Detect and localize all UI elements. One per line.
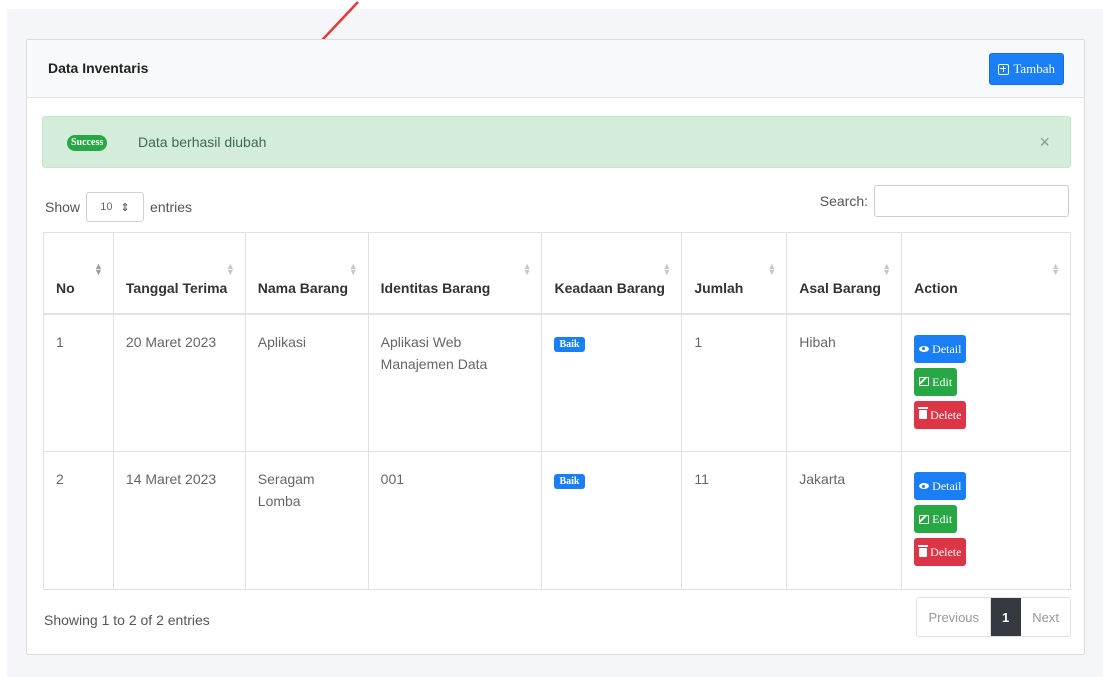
cell-jumlah: 11 bbox=[681, 451, 788, 590]
previous-button[interactable]: Previous bbox=[917, 598, 992, 636]
add-button[interactable]: Tambah bbox=[989, 53, 1064, 85]
trash-icon bbox=[918, 544, 929, 557]
cell-identitas: Aplikasi Web Manajemen Data bbox=[367, 313, 543, 452]
cell-keadaan: Baik bbox=[541, 313, 683, 452]
cell-tanggal: 20 Maret 2023 bbox=[112, 313, 246, 452]
entries-select-value: 10 bbox=[100, 201, 113, 213]
column-header-identitas[interactable]: Identitas Barang ▲ ▼ bbox=[367, 232, 543, 315]
sort-icon: ▲ ▼ bbox=[1051, 261, 1060, 277]
cell-asal: Hibah bbox=[786, 313, 903, 452]
card-header: Data Inventaris Tambah bbox=[27, 40, 1084, 98]
cell-nama: Seragam Lomba bbox=[244, 451, 369, 590]
search-input[interactable] bbox=[874, 185, 1069, 217]
sort-icon: ▲ ▼ bbox=[882, 261, 892, 277]
cell-keadaan: Baik bbox=[541, 451, 683, 590]
alert-message: Data berhasil diubah bbox=[138, 134, 267, 150]
detail-button[interactable]: Detail bbox=[914, 472, 967, 500]
next-button[interactable]: Next bbox=[1021, 598, 1070, 636]
table-row: 2 14 Maret 2023 Seragam Lomba 001 Baik 1… bbox=[43, 451, 1071, 590]
search-label: Search: bbox=[819, 193, 868, 209]
column-header-action[interactable]: Action ▲ ▼ bbox=[901, 232, 1071, 315]
inventory-table: No ▲ ▼ Tanggal Terima ▲ ▼ Nama Barang ▲ ▼ Iden… bbox=[43, 232, 1071, 590]
search-box: Search: bbox=[820, 185, 1069, 217]
success-badge: Success bbox=[67, 135, 108, 151]
delete-button[interactable]: Delete bbox=[914, 538, 967, 566]
edit-icon bbox=[919, 377, 930, 386]
success-alert: Success Data berhasil diubah × bbox=[42, 116, 1071, 168]
entries-select[interactable]: 10 ⇕ bbox=[86, 192, 145, 222]
table-info: Showing 1 to 2 of 2 entries bbox=[44, 612, 210, 628]
column-header-asal[interactable]: Asal Barang ▲ ▼ bbox=[786, 232, 903, 315]
inventory-card: Data Inventaris Tambah Success Data berh… bbox=[26, 39, 1085, 655]
cell-nama: Aplikasi bbox=[244, 313, 369, 452]
edit-button[interactable]: Edit bbox=[914, 367, 958, 396]
column-header-keadaan[interactable]: Keadaan Barang ▲ ▼ bbox=[541, 232, 683, 315]
cell-identitas: 001 bbox=[367, 451, 543, 590]
table-row: 1 20 Maret 2023 Aplikasi Aplikasi Web Ma… bbox=[43, 313, 1071, 452]
cell-no: 1 bbox=[43, 313, 114, 452]
pagination: Previous 1 Next bbox=[916, 597, 1071, 637]
sort-icon: ▲ ▼ bbox=[522, 261, 532, 277]
eye-icon bbox=[919, 483, 930, 489]
cell-no: 2 bbox=[43, 451, 114, 590]
cell-action: Detail Edit Delete bbox=[901, 313, 1071, 452]
show-label: Show bbox=[45, 199, 81, 215]
column-header-no[interactable]: No ▲ ▼ bbox=[43, 232, 114, 315]
column-header-nama[interactable]: Nama Barang ▲ ▼ bbox=[244, 232, 369, 315]
entries-label: entries bbox=[150, 199, 193, 215]
close-icon[interactable]: × bbox=[1039, 132, 1050, 153]
length-menu: Show 10 ⇕ entries bbox=[45, 192, 192, 222]
status-badge: Baik bbox=[554, 474, 585, 489]
sort-icon: ▲ ▼ bbox=[767, 261, 777, 277]
cell-tanggal: 14 Maret 2023 bbox=[112, 451, 246, 590]
detail-button[interactable]: Detail bbox=[914, 334, 967, 363]
edit-icon bbox=[919, 514, 930, 524]
page-button[interactable]: 1 bbox=[991, 598, 1022, 636]
cell-asal: Jakarta bbox=[786, 451, 903, 590]
table-header-row: No ▲ ▼ Tanggal Terima ▲ ▼ Nama Barang ▲ ▼ Iden… bbox=[43, 232, 1071, 315]
plus-square-icon bbox=[998, 63, 1010, 75]
eye-icon bbox=[919, 345, 930, 352]
card-title: Data Inventaris bbox=[48, 60, 149, 76]
edit-button[interactable]: Edit bbox=[914, 505, 958, 533]
cell-action: Detail Edit Delete bbox=[901, 451, 1071, 590]
select-arrows-icon: ⇕ bbox=[120, 201, 130, 214]
sort-icon: ▲ ▼ bbox=[348, 261, 358, 277]
sort-icon: ▲ ▼ bbox=[662, 261, 672, 277]
column-header-tanggal[interactable]: Tanggal Terima ▲ ▼ bbox=[112, 232, 246, 315]
delete-button[interactable]: Delete bbox=[914, 400, 967, 429]
sort-icon: ▲ ▼ bbox=[94, 261, 103, 277]
status-badge: Baik bbox=[554, 336, 585, 352]
add-button-label: Tambah bbox=[1013, 61, 1055, 76]
cell-jumlah: 1 bbox=[681, 313, 788, 452]
trash-icon bbox=[918, 407, 929, 419]
sort-icon: ▲ ▼ bbox=[225, 261, 235, 277]
column-header-jumlah[interactable]: Jumlah ▲ ▼ bbox=[681, 232, 788, 315]
